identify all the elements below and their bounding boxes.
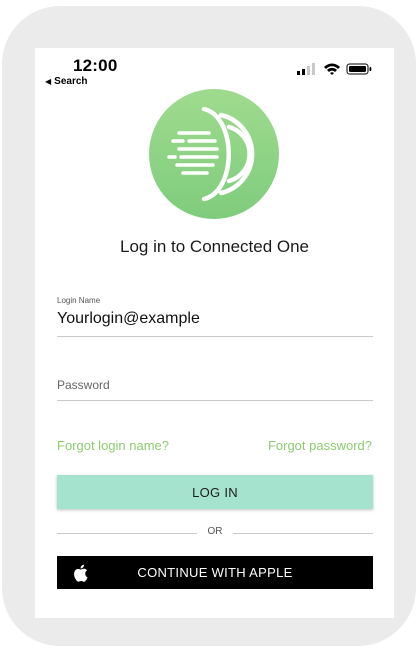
status-time: 12:00 xyxy=(73,56,118,75)
connected-one-logo xyxy=(149,89,279,219)
app-screen: 12:00 ◀ Search Log in to Connected One L… xyxy=(35,48,394,618)
back-to-search-link[interactable]: ◀ Search xyxy=(45,76,88,87)
continue-with-apple-button[interactable]: CONTINUE WITH APPLE xyxy=(57,556,373,589)
phone-frame: 12:00 ◀ Search Log in to Connected One L… xyxy=(2,6,416,646)
divider-line-right xyxy=(233,533,373,534)
login-name-value[interactable]: Yourlogin@example xyxy=(57,310,200,328)
forgot-password-link[interactable]: Forgot password? xyxy=(268,438,372,453)
signal-icon xyxy=(297,63,315,75)
back-triangle-icon: ◀ xyxy=(45,77,52,86)
status-bar: 12:00 ◀ Search xyxy=(35,48,394,92)
wifi-icon xyxy=(324,63,340,75)
login-name-field[interactable]: Login Name Yourlogin@example xyxy=(57,296,373,337)
battery-icon xyxy=(346,63,372,75)
password-field[interactable]: Password xyxy=(57,364,373,401)
or-label: OR xyxy=(207,526,223,537)
back-to-search-label: Search xyxy=(54,76,88,87)
login-name-label: Login Name xyxy=(57,296,101,305)
or-divider: OR xyxy=(57,526,373,540)
page-title: Log in to Connected One xyxy=(119,237,310,256)
status-icons xyxy=(297,63,372,75)
password-placeholder[interactable]: Password xyxy=(57,378,110,392)
continue-with-apple-label: CONTINUE WITH APPLE xyxy=(137,565,293,580)
forgot-login-name-link[interactable]: Forgot login name? xyxy=(57,438,169,453)
apple-icon xyxy=(74,564,88,582)
log-in-button[interactable]: LOG IN xyxy=(57,475,373,509)
